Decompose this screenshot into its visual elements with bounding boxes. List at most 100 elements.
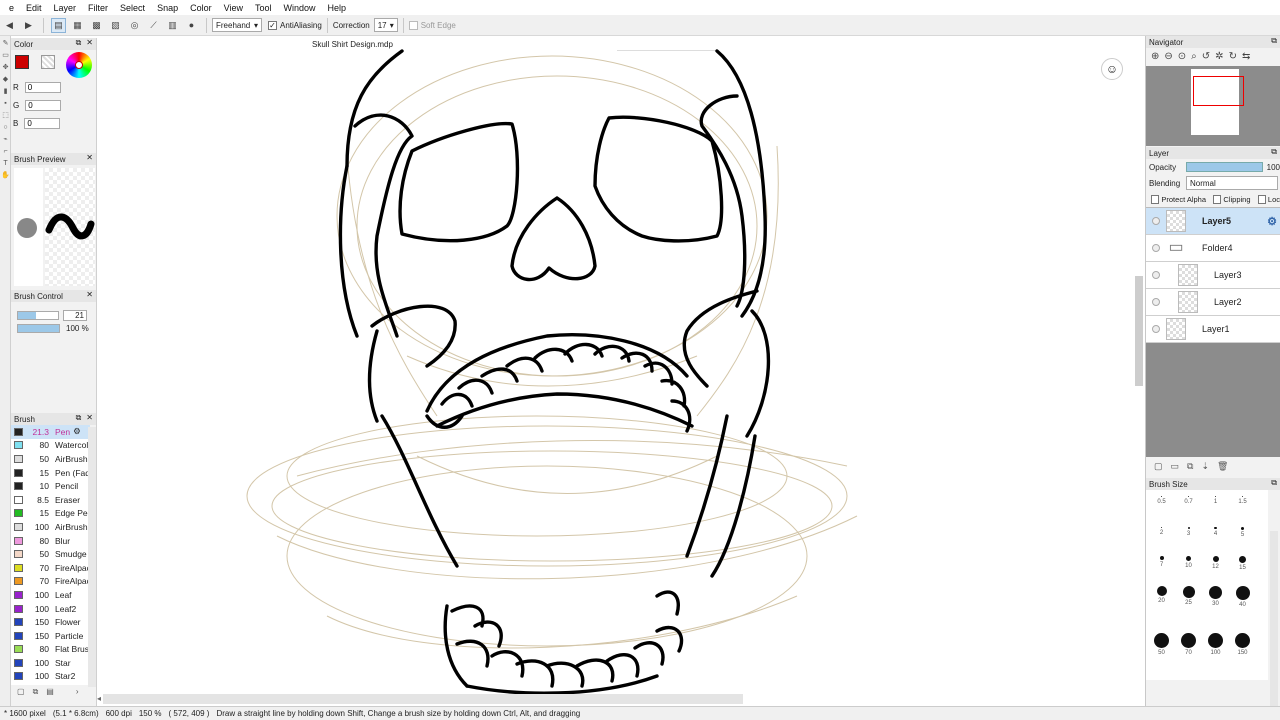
brush-list-item[interactable]: 100 AirBrush	[11, 520, 90, 534]
scroll-left-icon[interactable]: ◂	[97, 694, 105, 704]
layer-opacity-slider[interactable]	[1185, 162, 1263, 172]
close-icon[interactable]: ✕	[86, 153, 93, 162]
menu-file[interactable]: e	[3, 3, 20, 13]
layer-row[interactable]: Layer3	[1146, 262, 1280, 289]
brush-list-item[interactable]: 50 Smudge	[11, 547, 90, 561]
perspective-icon[interactable]: ⟋	[146, 18, 161, 33]
brush-list-item[interactable]: 10 Pencil	[11, 479, 90, 493]
rotate-left-icon[interactable]: ↺	[1202, 51, 1210, 63]
correction-select[interactable]: 17 ▾	[373, 18, 398, 32]
antialiasing-checkbox[interactable]: ✓	[268, 20, 277, 30]
brush-list-scrollbar[interactable]	[88, 427, 96, 687]
grid-alt-icon[interactable]: ▩	[89, 18, 104, 33]
layer-row[interactable]: ▭ Folder4	[1146, 235, 1280, 262]
play-back-icon[interactable]: ◀	[2, 18, 17, 33]
brush-size-preset[interactable]: 30	[1202, 586, 1229, 620]
dot-icon[interactable]: ●	[184, 18, 199, 33]
menu-view[interactable]: View	[218, 3, 249, 13]
merge-layer-icon[interactable]: ⇣	[1201, 461, 1209, 471]
visibility-toggle-icon[interactable]	[1152, 244, 1160, 252]
brush-size-preset[interactable]: 150	[1229, 633, 1256, 667]
menu-select[interactable]: Select	[114, 3, 151, 13]
wand-tool-icon[interactable]: ⌁	[1, 136, 10, 144]
more-icon[interactable]: ›	[76, 687, 79, 697]
reset-rotate-icon[interactable]: ✲	[1215, 51, 1223, 63]
brush-size-preset[interactable]: 4	[1202, 526, 1229, 543]
brush-list-item[interactable]: 80 Watercolor	[11, 439, 90, 453]
g-input[interactable]	[25, 100, 62, 111]
menu-snap[interactable]: Snap	[151, 3, 184, 13]
brush-list-item[interactable]: 50 AirBrush	[11, 452, 90, 466]
transparent-color-swatch[interactable]	[41, 55, 55, 69]
navigator-view[interactable]	[1146, 66, 1280, 146]
brush-list-item[interactable]: 80 Flat Brush	[11, 643, 90, 657]
new-folder-icon[interactable]: ▭	[1171, 461, 1180, 471]
brush-list-item[interactable]: 100 Leaf	[11, 588, 90, 602]
menu-filter[interactable]: Filter	[82, 3, 114, 13]
close-icon[interactable]: ✕	[86, 413, 93, 423]
navigator-viewport[interactable]	[1193, 76, 1244, 106]
mascot-icon[interactable]: ☺	[1101, 58, 1123, 80]
r-input[interactable]	[24, 82, 61, 93]
layer-blending-select[interactable]: Normal	[1186, 176, 1278, 190]
gear-icon[interactable]: ⚙	[73, 426, 81, 437]
brush-size-preset[interactable]: 2	[1148, 526, 1175, 543]
float-icon[interactable]: ⧉	[1271, 36, 1277, 46]
lock-checkbox[interactable]	[1257, 194, 1266, 204]
rotate-right-icon[interactable]: ↻	[1229, 51, 1237, 63]
horizontal-scrollbar-track[interactable]	[103, 694, 743, 704]
layer-row[interactable]: Layer5 ⚙	[1146, 208, 1280, 235]
brush-opacity-slider[interactable]	[17, 324, 60, 333]
circle-snap-icon[interactable]: ◎	[127, 18, 142, 33]
brush-size-preset[interactable]: 100	[1202, 633, 1229, 667]
brush-list-item[interactable]: 150 Flower	[11, 615, 90, 629]
soft-edge-checkbox[interactable]	[408, 20, 418, 30]
brush-list-item[interactable]: 80 Blur	[11, 534, 90, 548]
brush-list-item[interactable]: 100 Star2	[11, 670, 90, 684]
eraser-tool-icon[interactable]: ▭	[1, 52, 10, 60]
new-brush-icon[interactable]: ▢	[17, 687, 25, 697]
brush-size-preset[interactable]: 3	[1175, 526, 1202, 543]
text-tool-icon[interactable]: T	[1, 160, 10, 168]
fill-tool-icon[interactable]: ◆	[1, 76, 10, 84]
float-icon[interactable]: ⧉	[1271, 147, 1277, 157]
brush-list-item[interactable]: 21.3 Pen ⚙	[11, 425, 90, 439]
visibility-toggle-icon[interactable]	[1152, 217, 1160, 225]
protect-alpha-checkbox[interactable]	[1151, 194, 1160, 204]
new-layer-icon[interactable]: ▢	[1154, 461, 1163, 471]
float-icon[interactable]: ⧉	[76, 413, 82, 423]
zoom-fit-icon[interactable]: ⊙	[1178, 51, 1186, 63]
play-forward-icon[interactable]: ▶	[21, 18, 36, 33]
zoom-out-icon[interactable]: ⊖	[1164, 51, 1172, 63]
layer-settings-gear-icon[interactable]: ⚙	[1267, 215, 1277, 228]
brush-size-preset[interactable]: 20	[1148, 586, 1175, 620]
visibility-toggle-icon[interactable]	[1152, 271, 1160, 279]
move-tool-icon[interactable]: ✥	[1, 64, 10, 72]
menu-edit[interactable]: Edit	[20, 3, 48, 13]
grid-icon[interactable]: ▦	[70, 18, 85, 33]
pen-tool-icon[interactable]: ✎	[1, 40, 10, 48]
vertical-scrollbar-thumb[interactable]	[1135, 276, 1143, 386]
menu-layer[interactable]: Layer	[48, 3, 83, 13]
menu-color[interactable]: Color	[184, 3, 218, 13]
foreground-color-swatch[interactable]	[15, 55, 29, 69]
brush-size-preset[interactable]: 12	[1202, 555, 1229, 574]
brush-size-preset[interactable]: 25	[1175, 586, 1202, 620]
b-input[interactable]	[24, 118, 61, 129]
hand-tool-icon[interactable]: ✋	[1, 172, 10, 180]
brush-size-preset[interactable]: 10	[1175, 555, 1202, 574]
hatch-icon[interactable]: ▧	[108, 18, 123, 33]
lasso-tool-icon[interactable]: ○	[1, 124, 10, 132]
color-wheel[interactable]	[66, 52, 92, 78]
menu-tool[interactable]: Tool	[249, 3, 278, 13]
visibility-toggle-icon[interactable]	[1152, 298, 1160, 306]
menu-window[interactable]: Window	[277, 3, 321, 13]
brush-list-item[interactable]: 15 Edge Pen	[11, 507, 90, 521]
float-icon[interactable]: ⧉	[1271, 478, 1277, 488]
brush-size-preset[interactable]: 1.5	[1229, 496, 1256, 514]
delete-brush-icon[interactable]: ▤	[46, 687, 54, 697]
stroke-mode-select[interactable]: Freehand ▾	[212, 18, 262, 32]
brush-size-preset[interactable]: 7	[1148, 555, 1175, 574]
select-tool-icon[interactable]: ⬚	[1, 112, 10, 120]
duplicate-brush-icon[interactable]: ⧉	[33, 687, 39, 697]
